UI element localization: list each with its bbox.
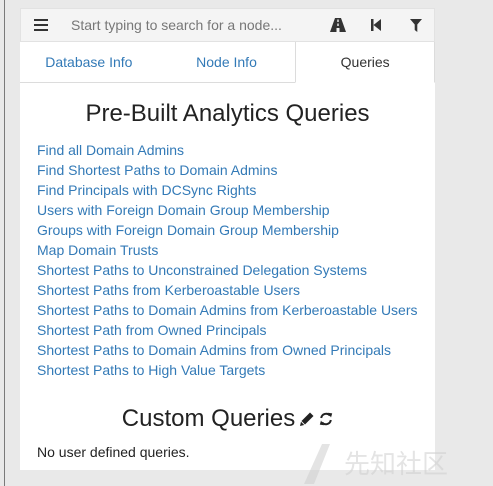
prebuilt-query-list: Find all Domain Admins Find Shortest Pat… [37, 140, 418, 380]
tab-bar: Database Info Node Info Queries [20, 42, 436, 83]
custom-queries-heading: Custom Queries [20, 405, 435, 433]
query-link[interactable]: Shortest Path from Owned Principals [37, 320, 418, 340]
search-panel: Database Info Node Info Queries Pre-Buil… [20, 8, 436, 470]
filter-icon [410, 18, 422, 32]
no-custom-queries-text: No user defined queries. [37, 444, 190, 460]
tab-database-info[interactable]: Database Info [20, 42, 158, 82]
custom-queries-title: Custom Queries [121, 405, 296, 432]
query-link[interactable]: Shortest Paths to Domain Admins from Own… [37, 340, 418, 360]
query-link[interactable]: Find Shortest Paths to Domain Admins [37, 160, 418, 180]
road-icon [330, 18, 346, 32]
query-link[interactable]: Groups with Foreign Domain Group Members… [37, 220, 418, 240]
query-link[interactable]: Shortest Paths from Kerberoastable Users [37, 280, 418, 300]
window-edge-line [4, 0, 5, 486]
pathfinding-button[interactable] [319, 9, 357, 41]
search-bar [20, 8, 435, 42]
filter-button[interactable] [397, 9, 435, 41]
query-link[interactable]: Find all Domain Admins [37, 140, 418, 160]
menu-button[interactable] [21, 9, 61, 41]
svg-text:先知社区: 先知社区 [344, 450, 448, 480]
query-link[interactable]: Shortest Paths to Domain Admins from Ker… [37, 300, 418, 320]
prebuilt-queries-heading: Pre-Built Analytics Queries [85, 100, 370, 127]
edit-custom-queries-button[interactable] [300, 412, 314, 426]
back-button[interactable] [357, 9, 395, 41]
query-link[interactable]: Shortest Paths to Unconstrained Delegati… [37, 260, 418, 280]
query-link[interactable]: Shortest Paths to High Value Targets [37, 360, 418, 380]
tab-queries[interactable]: Queries [295, 42, 436, 83]
watermark-logo: 先知社区 [304, 444, 448, 484]
step-backward-icon [371, 19, 381, 31]
query-link[interactable]: Find Principals with DCSync Rights [37, 180, 418, 200]
pencil-icon [300, 412, 314, 426]
query-link[interactable]: Map Domain Trusts [37, 240, 418, 260]
query-link[interactable]: Users with Foreign Domain Group Membersh… [37, 200, 418, 220]
refresh-icon [319, 412, 333, 426]
hamburger-menu-icon [34, 19, 48, 31]
refresh-custom-queries-button[interactable] [319, 412, 333, 426]
tab-node-info[interactable]: Node Info [158, 42, 296, 82]
node-search-input[interactable] [61, 10, 319, 40]
